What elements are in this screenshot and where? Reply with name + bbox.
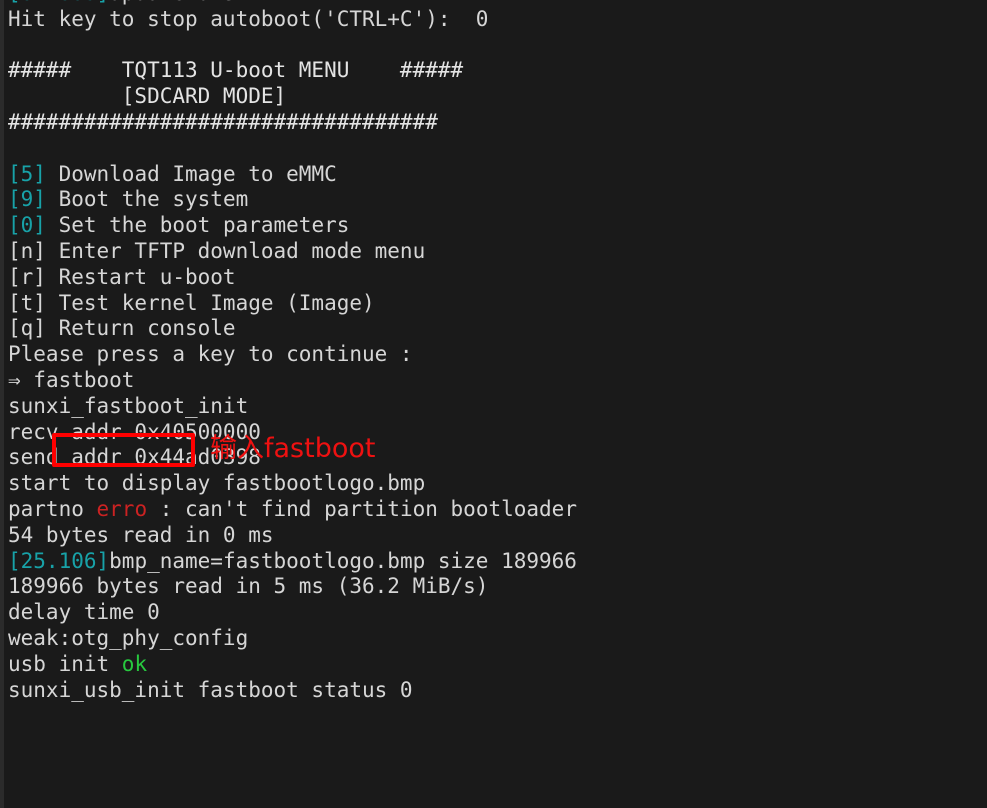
menu-item-test-kernel-image[interactable]: [t] Test kernel Image (Image) <box>8 291 983 317</box>
log-line-otg-phy-config: weak:otg_phy_config <box>8 625 249 650</box>
error-keyword: erro <box>96 496 148 521</box>
menu-item-tftp-download-mode[interactable]: [n] Enter TFTP download mode menu <box>8 239 983 265</box>
log-text-bmp-name: bmp_name=fastbootlogo.bmp size 189966 <box>109 548 577 573</box>
log-line-partno-error: partno erro : can't find partition bootl… <box>8 496 577 521</box>
command-prompt-line[interactable]: ⇒ fastboot <box>8 368 983 394</box>
log-line-display-logo: start to display fastbootlogo.bmp <box>8 471 426 496</box>
menu-header-divider: ################################## <box>8 109 438 134</box>
status-ok: ok <box>121 651 148 676</box>
timestamp-25-106: [25.106] <box>8 548 110 573</box>
log-line-autoboot: Hit key to stop autoboot('CTRL+C'): 0 <box>8 6 489 31</box>
log-line-189966-bytes-read: 189966 bytes read in 5 ms (36.2 MiB/s) <box>8 574 489 599</box>
log-line-recv-addr: recv addr 0x40500000 <box>8 419 261 444</box>
menu-item-boot-system[interactable]: [9] Boot the system <box>8 187 983 213</box>
menu-key-0: [0] <box>8 213 46 238</box>
log-line-delay-time: delay time 0 <box>8 600 160 625</box>
menu-item-return-console[interactable]: [q] Return console <box>8 316 983 342</box>
terminal-screen: [01.008]update dts Hit key to stop autob… <box>8 0 983 703</box>
menu-header-title: ##### TQT113 U-boot MENU ##### <box>8 58 464 83</box>
log-text-update-dts: update dts <box>109 0 235 5</box>
menu-header-mode: [SDCARD MODE] <box>8 84 287 109</box>
menu-key-5: [5] <box>8 161 46 186</box>
terminal-left-edge-strip <box>0 0 4 808</box>
menu-label-boot-system: Boot the system <box>45 187 249 212</box>
log-line-usb-init-fastboot-status: sunxi_usb_init fastboot status 0 <box>8 677 413 702</box>
log-line-send-addr: send addr 0x44ad0398 <box>8 445 261 470</box>
menu-press-key-prompt: Please press a key to continue : <box>8 342 413 367</box>
log-line-bmp-name: [25.106]bmp_name=fastbootlogo.bmp size 1… <box>8 549 983 575</box>
timestamp-01-008: [01.008] <box>8 0 109 5</box>
menu-key-9: [9] <box>8 187 46 212</box>
serial-terminal-window[interactable]: [01.008]update dts Hit key to stop autob… <box>0 0 987 808</box>
annotation-enter-fastboot: 输入fastboot <box>210 433 376 464</box>
log-line-sunxi-fastboot-init: sunxi_fastboot_init <box>8 393 249 418</box>
menu-item-download-image-emmc[interactable]: [5] Download Image to eMMC <box>8 162 983 188</box>
prompt-arrow-icon: ⇒ <box>8 367 34 392</box>
menu-item-set-boot-parameters[interactable]: [0] Set the boot parameters <box>8 213 983 239</box>
command-input-fastboot[interactable]: fastboot <box>33 368 134 392</box>
log-line-update-dts: [01.008]update dts <box>8 0 983 7</box>
menu-item-restart-uboot[interactable]: [r] Restart u-boot <box>8 265 983 291</box>
menu-label-set-boot-parameters: Set the boot parameters <box>45 213 350 238</box>
log-line-usb-init: usb init ok <box>8 651 148 676</box>
menu-label-download-image-emmc: Download Image to eMMC <box>45 161 337 186</box>
log-line-54-bytes-read: 54 bytes read in 0 ms <box>8 522 274 547</box>
